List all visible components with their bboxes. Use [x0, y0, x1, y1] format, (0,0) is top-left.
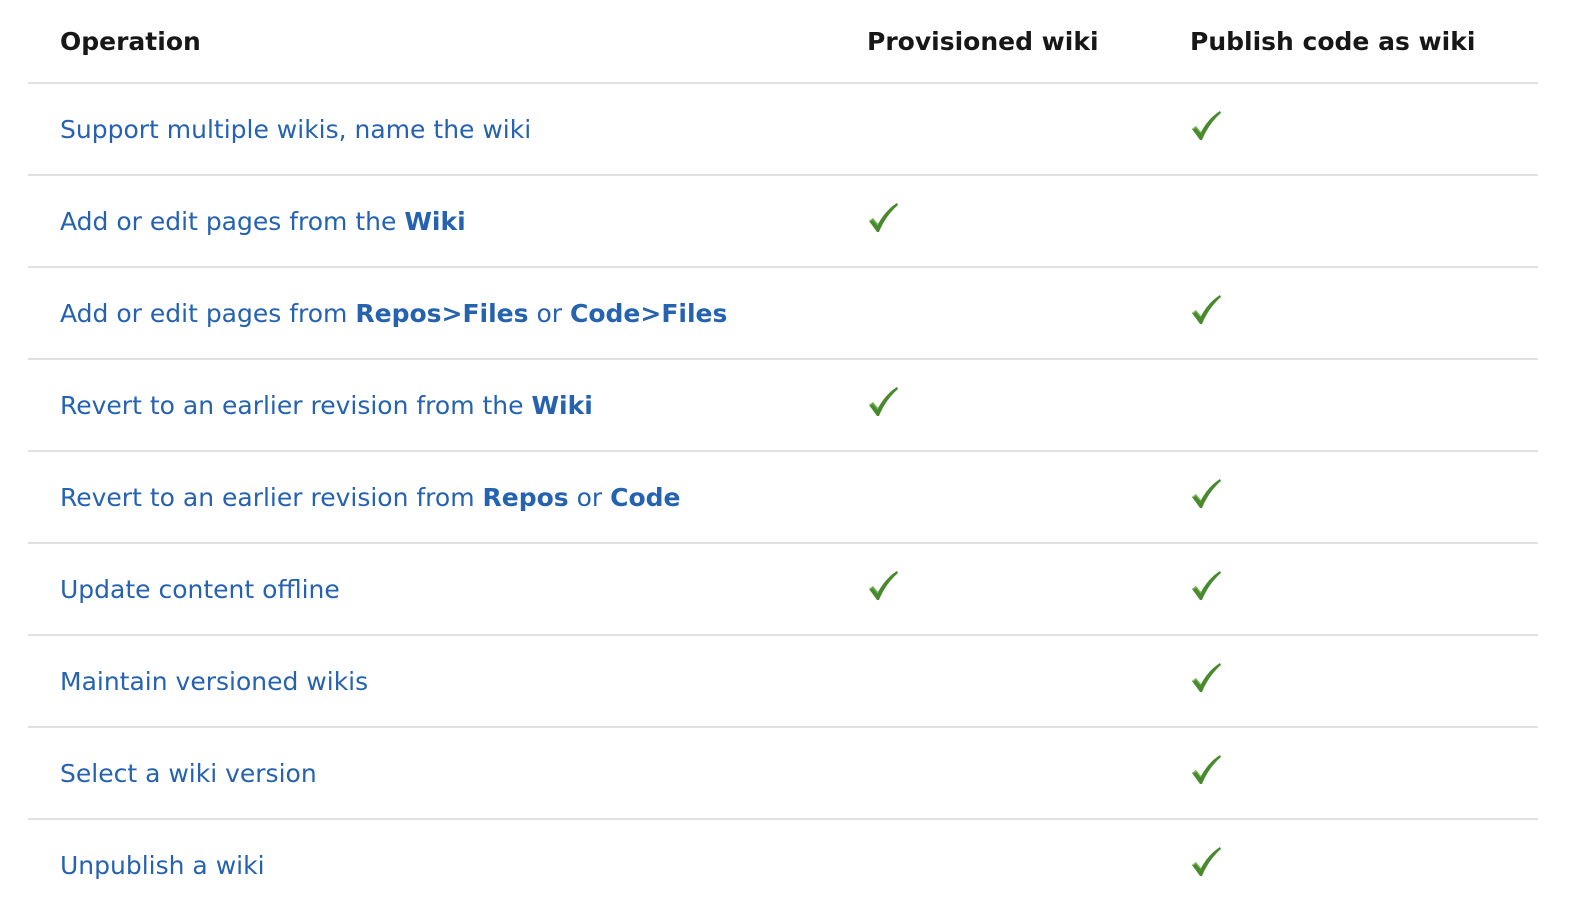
publish-cell [1190, 175, 1538, 268]
operation-cell: Revert to an earlier revision from the W… [28, 359, 867, 452]
header-publish-code-as-wiki: Publish code as wiki [1190, 0, 1538, 84]
operation-bold-text: Code [610, 482, 681, 512]
publish-cell [1190, 359, 1538, 452]
operation-cell: Support multiple wikis, name the wiki [28, 83, 867, 176]
checkmark-icon [867, 386, 899, 418]
header-provisioned-wiki: Provisioned wiki [867, 0, 1190, 84]
provisioned-cell [867, 451, 1190, 544]
operation-text: Support multiple wikis, name the wiki [60, 114, 532, 144]
operation-bold-text: Repos [482, 482, 569, 512]
operation-cell: Revert to an earlier revision from Repos… [28, 451, 867, 544]
provisioned-cell [867, 635, 1190, 728]
provisioned-cell [867, 819, 1190, 910]
operation-cell: Add or edit pages from the Wiki [28, 175, 867, 268]
operation-text: Add or edit pages from [60, 298, 356, 328]
publish-cell [1190, 635, 1538, 728]
operation-text: or [568, 482, 611, 512]
provisioned-cell [867, 727, 1190, 820]
operation-link[interactable]: Support multiple wikis, name the wiki [60, 115, 531, 144]
table-row: Maintain versioned wikis [28, 635, 1538, 728]
checkmark-icon [1190, 110, 1222, 142]
operation-cell: Update content offline [28, 543, 867, 636]
publish-cell [1190, 727, 1538, 820]
operation-cell: Unpublish a wiki [28, 819, 867, 910]
checkmark-icon [1190, 478, 1222, 510]
operation-link[interactable]: Maintain versioned wikis [60, 667, 368, 696]
publish-cell [1190, 819, 1538, 910]
provisioned-cell [867, 175, 1190, 268]
checkmark-icon [1190, 570, 1222, 602]
table-row: Unpublish a wiki [28, 819, 1538, 910]
operation-text: Unpublish a wiki [60, 850, 265, 880]
provisioned-cell [867, 543, 1190, 636]
operation-bold-text: Wiki [531, 390, 593, 420]
header-row: Operation Provisioned wiki Publish code … [28, 0, 1538, 84]
publish-cell [1190, 83, 1538, 176]
operation-text: Select a wiki version [60, 758, 317, 788]
operation-link[interactable]: Revert to an earlier revision from the W… [60, 391, 593, 420]
operation-link[interactable]: Revert to an earlier revision from Repos… [60, 483, 681, 512]
checkmark-icon [1190, 754, 1222, 786]
operation-bold-text: Repos>Files [355, 298, 529, 328]
checkmark-icon [867, 570, 899, 602]
table-row: Support multiple wikis, name the wiki [28, 83, 1538, 176]
operation-text: Update content offline [60, 574, 340, 604]
header-operation: Operation [28, 0, 867, 84]
operation-text: Add or edit pages from the [60, 206, 405, 236]
comparison-table: Operation Provisioned wiki Publish code … [28, 0, 1538, 910]
operation-bold-text: Wiki [404, 206, 466, 236]
provisioned-cell [867, 83, 1190, 176]
operation-cell: Add or edit pages from Repos>Files or Co… [28, 267, 867, 360]
checkmark-icon [1190, 662, 1222, 694]
table-row: Revert to an earlier revision from Repos… [28, 451, 1538, 544]
publish-cell [1190, 267, 1538, 360]
checkmark-icon [1190, 294, 1222, 326]
operation-text: Revert to an earlier revision from the [60, 390, 532, 420]
operation-text: or [528, 298, 570, 328]
checkmark-icon [867, 202, 899, 234]
operation-text: Revert to an earlier revision from [60, 482, 483, 512]
table-row: Add or edit pages from the Wiki [28, 175, 1538, 268]
provisioned-cell [867, 267, 1190, 360]
publish-cell [1190, 543, 1538, 636]
table-row: Update content offline [28, 543, 1538, 636]
operation-link[interactable]: Update content offline [60, 575, 340, 604]
provisioned-cell [867, 359, 1190, 452]
operation-link[interactable]: Select a wiki version [60, 759, 317, 788]
table-row: Add or edit pages from Repos>Files or Co… [28, 267, 1538, 360]
publish-cell [1190, 451, 1538, 544]
operation-cell: Select a wiki version [28, 727, 867, 820]
operation-cell: Maintain versioned wikis [28, 635, 867, 728]
operation-link[interactable]: Unpublish a wiki [60, 851, 265, 880]
checkmark-icon [1190, 846, 1222, 878]
operation-link[interactable]: Add or edit pages from the Wiki [60, 207, 466, 236]
table-row: Revert to an earlier revision from the W… [28, 359, 1538, 452]
operation-bold-text: Code>Files [570, 298, 728, 328]
operation-link[interactable]: Add or edit pages from Repos>Files or Co… [60, 299, 727, 328]
operation-text: Maintain versioned wikis [60, 666, 369, 696]
table-row: Select a wiki version [28, 727, 1538, 820]
